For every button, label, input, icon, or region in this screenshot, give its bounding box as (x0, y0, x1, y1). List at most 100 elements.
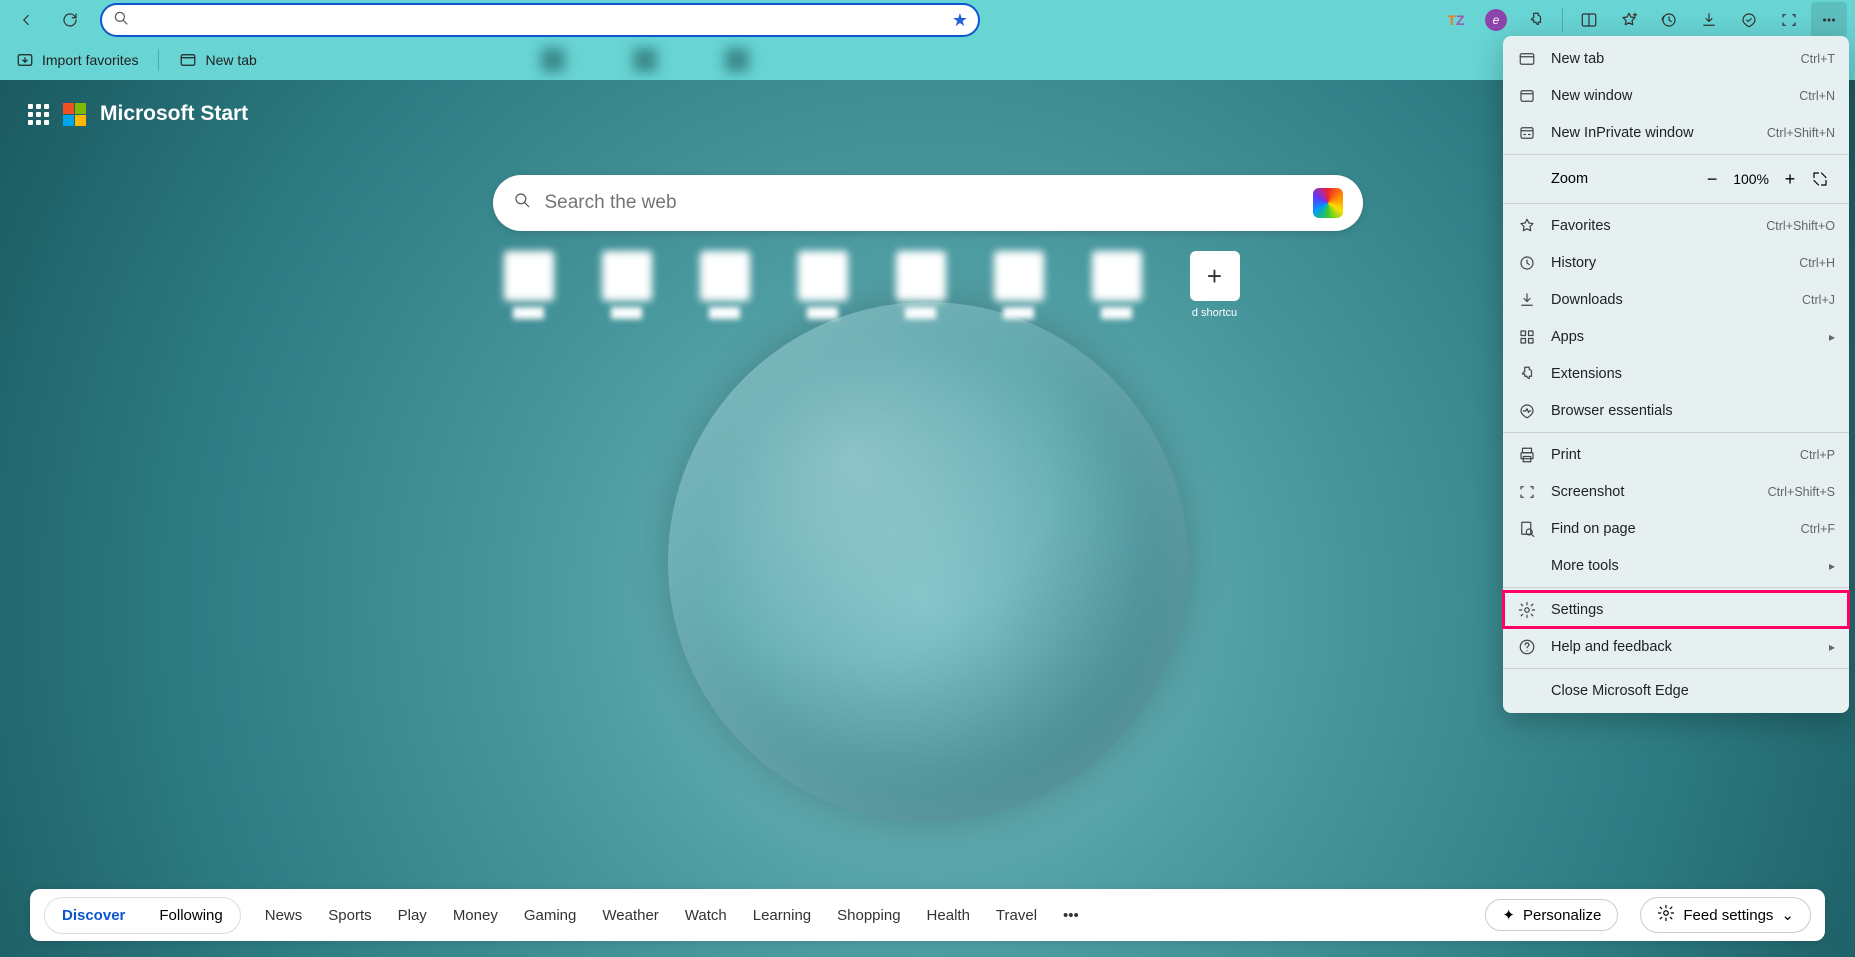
feed-link-watch[interactable]: Watch (683, 901, 729, 930)
web-search-box[interactable] (493, 175, 1363, 231)
toolbar-divider (1562, 8, 1563, 32)
menu-extensions[interactable]: Extensions (1503, 355, 1849, 392)
feed-link-weather[interactable]: Weather (600, 901, 660, 930)
menu-browser-essentials[interactable]: Browser essentials (1503, 392, 1849, 429)
menu-new-tab[interactable]: New tab Ctrl+T (1503, 40, 1849, 77)
feed-link-travel[interactable]: Travel (994, 901, 1039, 930)
chevron-right-icon (1829, 558, 1835, 574)
menu-new-window[interactable]: New window Ctrl+N (1503, 77, 1849, 114)
downloads-icon[interactable] (1691, 2, 1727, 38)
fullscreen-button[interactable] (1805, 164, 1835, 194)
menu-inprivate-window[interactable]: New InPrivate window Ctrl+Shift+N (1503, 114, 1849, 151)
printer-icon (1517, 445, 1537, 465)
shortcut-item[interactable]: ████ (601, 251, 653, 319)
feed-link-news[interactable]: News (263, 901, 305, 930)
gear-icon (1657, 904, 1675, 926)
shortcut-item[interactable]: ████ (993, 251, 1045, 319)
feed-link-money[interactable]: Money (451, 901, 500, 930)
tab-icon (1517, 49, 1537, 69)
history-icon (1517, 253, 1537, 273)
menu-screenshot[interactable]: Screenshot Ctrl+Shift+S (1503, 473, 1849, 510)
shortcut-item[interactable]: ████ (503, 251, 555, 319)
help-icon (1517, 637, 1537, 657)
heart-pulse-icon (1517, 401, 1537, 421)
extension-e-icon[interactable]: e (1478, 2, 1514, 38)
favorite-star-icon[interactable]: ★ (952, 10, 968, 31)
copilot-icon[interactable] (1313, 188, 1343, 218)
microsoft-logo-icon (63, 103, 86, 126)
refresh-button[interactable] (52, 2, 88, 38)
feed-more-icon[interactable]: ••• (1061, 901, 1081, 930)
menu-close-edge[interactable]: Close Microsoft Edge (1503, 672, 1849, 709)
apps-icon (1517, 327, 1537, 347)
menu-apps[interactable]: Apps (1503, 318, 1849, 355)
fav-bar-divider (158, 49, 159, 71)
app-launcher-icon[interactable] (28, 104, 49, 125)
settings-menu: New tab Ctrl+T New window Ctrl+N New InP… (1503, 36, 1849, 713)
background-bubble (668, 302, 1188, 822)
zoom-in-button[interactable]: + (1775, 164, 1805, 194)
web-search-input[interactable] (545, 192, 1305, 214)
shortcut-item[interactable]: ████ (1091, 251, 1143, 319)
browser-essentials-icon[interactable] (1731, 2, 1767, 38)
extensions-icon[interactable] (1518, 2, 1554, 38)
menu-help-feedback[interactable]: Help and feedback (1503, 628, 1849, 665)
address-bar[interactable]: ★ (100, 3, 980, 37)
feed-link-gaming[interactable]: Gaming (522, 901, 579, 930)
import-favorites-button[interactable]: Import favorites (8, 47, 146, 73)
split-screen-icon[interactable] (1571, 2, 1607, 38)
import-icon (16, 51, 34, 69)
screenshot-icon (1517, 482, 1537, 502)
feed-bar: Discover Following News Sports Play Mone… (30, 889, 1825, 941)
personalize-button[interactable]: ✦ Personalize (1485, 899, 1618, 931)
window-icon (1517, 86, 1537, 106)
ms-start-header: Microsoft Start (28, 102, 248, 126)
shortcut-item[interactable]: ████ (895, 251, 947, 319)
quick-links-row: ████ ████ ████ ████ ████ ████ ████ +d sh… (493, 251, 1363, 319)
chevron-right-icon (1829, 639, 1835, 655)
inprivate-icon (1517, 123, 1537, 143)
extension-tz-icon[interactable]: TZ (1438, 2, 1474, 38)
find-icon (1517, 519, 1537, 539)
menu-find-on-page[interactable]: Find on page Ctrl+F (1503, 510, 1849, 547)
search-icon (112, 9, 130, 32)
chevron-right-icon (1829, 329, 1835, 345)
import-favorites-label: Import favorites (42, 52, 138, 68)
menu-downloads[interactable]: Downloads Ctrl+J (1503, 281, 1849, 318)
zoom-out-button[interactable]: − (1697, 164, 1727, 194)
search-icon (513, 191, 531, 215)
tab-discover[interactable]: Discover (48, 901, 139, 930)
screenshot-icon[interactable] (1771, 2, 1807, 38)
menu-more-tools[interactable]: More tools (1503, 547, 1849, 584)
feed-link-play[interactable]: Play (396, 901, 429, 930)
menu-zoom-row: Zoom − 100% + (1503, 158, 1849, 200)
back-button[interactable] (8, 2, 44, 38)
address-input[interactable] (138, 12, 952, 28)
history-icon[interactable] (1651, 2, 1687, 38)
shortcut-item[interactable]: ████ (699, 251, 751, 319)
feed-link-shopping[interactable]: Shopping (835, 901, 902, 930)
feed-link-health[interactable]: Health (925, 901, 972, 930)
tab-icon (179, 51, 197, 69)
more-menu-button[interactable] (1811, 2, 1847, 38)
menu-settings[interactable]: Settings (1503, 591, 1849, 628)
menu-print[interactable]: Print Ctrl+P (1503, 436, 1849, 473)
zoom-value: 100% (1733, 171, 1769, 187)
gear-icon (1517, 600, 1537, 620)
add-shortcut-button[interactable]: +d shortcu (1189, 251, 1241, 319)
extension-icon (1517, 364, 1537, 384)
menu-favorites[interactable]: Favorites Ctrl+Shift+O (1503, 207, 1849, 244)
tab-following[interactable]: Following (145, 901, 236, 930)
feed-settings-button[interactable]: Feed settings ⌄ (1640, 897, 1811, 933)
new-tab-favorite[interactable]: New tab (171, 47, 264, 73)
feed-link-sports[interactable]: Sports (326, 901, 373, 930)
star-icon (1517, 216, 1537, 236)
menu-history[interactable]: History Ctrl+H (1503, 244, 1849, 281)
feed-link-learning[interactable]: Learning (751, 901, 813, 930)
favorites-icon[interactable] (1611, 2, 1647, 38)
ms-start-title: Microsoft Start (100, 102, 248, 126)
new-tab-label: New tab (205, 52, 256, 68)
browser-toolbar: ★ TZ e (0, 0, 1855, 40)
blurred-favorites (537, 48, 753, 72)
shortcut-item[interactable]: ████ (797, 251, 849, 319)
